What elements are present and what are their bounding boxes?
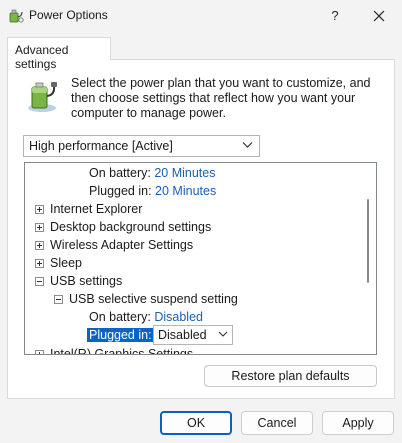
plan-description: Select the power plan that you want to c… [71,76,371,120]
expand-icon[interactable] [35,350,44,354]
collapse-icon[interactable] [35,277,44,286]
expand-icon[interactable] [35,241,44,250]
tree-row-usb-plugged-in: Plugged in: Disabled [87,325,237,345]
tree-item-label: Sleep [50,256,82,270]
plugged-in-setting-select[interactable]: Disabled [153,325,233,345]
tree-row-plugged-in: Plugged in: 20 Minutes [89,182,216,200]
settings-tree[interactable]: On battery: 20 Minutes Plugged in: 20 Mi… [24,162,377,355]
power-plan-value: High performance [Active] [29,139,173,153]
tree-item-label: USB settings [50,274,123,288]
setting-label: On battery: [89,310,151,324]
expand-icon[interactable] [35,259,44,268]
ok-button[interactable]: OK [160,411,232,435]
collapse-icon[interactable] [54,295,63,304]
close-icon [373,10,385,22]
setting-value-link[interactable]: 20 Minutes [155,184,216,198]
close-button[interactable] [362,0,396,32]
help-button[interactable]: ? [318,0,352,32]
power-options-icon [9,9,24,23]
tree-row-on-battery: On battery: 20 Minutes [89,164,215,182]
tree-item-label: Wireless Adapter Settings [50,238,194,252]
tree-item-label: Desktop background settings [50,220,212,234]
setting-value-link[interactable]: Disabled [154,310,203,324]
tree-scrollbar[interactable] [367,199,369,283]
plugged-in-setting-value: Disabled [158,328,207,342]
chevron-down-icon [218,331,228,337]
expand-icon[interactable] [35,223,44,232]
tab-advanced-settings[interactable]: Advanced settings [7,37,111,71]
chevron-down-icon [242,142,253,148]
power-plan-select[interactable]: High performance [Active] [23,135,260,157]
setting-label: Plugged in: [89,184,152,198]
cancel-button[interactable]: Cancel [241,411,313,435]
tree-row-usb-on-battery: On battery: Disabled [89,308,203,326]
expand-icon[interactable] [35,205,44,214]
title-bar: Power Options ? [0,0,402,32]
restore-plan-defaults-button[interactable]: Restore plan defaults [204,365,377,387]
tree-item-label: USB selective suspend setting [69,292,238,306]
setting-label: On battery: [89,166,151,180]
battery-plan-icon [28,82,57,112]
setting-value-link[interactable]: 20 Minutes [154,166,215,180]
tree-item-label: Internet Explorer [50,202,143,216]
tree-item-label: Intel(R) Graphics Settings [50,347,194,355]
window-title: Power Options [29,8,108,22]
apply-button[interactable]: Apply [322,411,394,435]
setting-label-selected: Plugged in: [87,328,154,342]
